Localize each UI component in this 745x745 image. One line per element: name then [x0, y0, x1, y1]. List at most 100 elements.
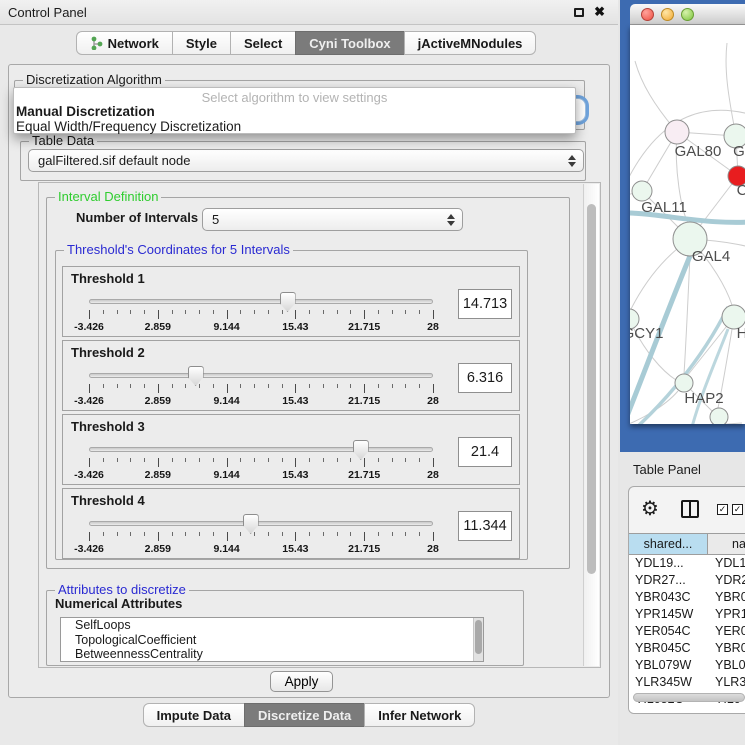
slider-thumb[interactable] — [353, 440, 369, 460]
slider-track[interactable] — [89, 299, 433, 304]
tick-mark — [213, 310, 214, 314]
tab-label: Infer Network — [378, 708, 461, 723]
network-node-label: GCY1 — [630, 325, 663, 342]
close-traffic-light-icon[interactable] — [641, 8, 654, 21]
table-header-row: shared... na — [629, 533, 745, 555]
tick-label: 2.859 — [145, 543, 171, 555]
slider-thumb[interactable] — [280, 292, 296, 312]
gear-icon[interactable]: ⚙ — [641, 496, 659, 521]
table-row[interactable]: YDL19...YDL1 — [629, 555, 745, 572]
tab-discretize-data[interactable]: Discretize Data — [244, 703, 365, 727]
threshold-slider[interactable]: -3.4262.8599.14415.4321.71528 — [89, 513, 433, 557]
attributes-to-discretize-group: Attributes to discretize Numerical Attri… — [46, 590, 524, 666]
settings-scrollbar[interactable] — [583, 184, 599, 666]
minimize-traffic-light-icon[interactable] — [661, 8, 674, 21]
table-row[interactable]: YBL079WYBL0 — [629, 657, 745, 674]
slider-track[interactable] — [89, 373, 433, 378]
dropdown-option-manual[interactable]: Manual Discretization — [16, 104, 155, 119]
threshold-slider[interactable]: -3.4262.8599.14415.4321.71528 — [89, 365, 433, 409]
cyni-toolbox-pane: Discretization Algorithm Select algorith… — [8, 64, 610, 698]
threshold-slider[interactable]: -3.4262.8599.14415.4321.71528 — [89, 439, 433, 483]
threshold-label: Threshold 2 — [71, 345, 145, 360]
slider-track[interactable] — [89, 447, 433, 452]
attribute-item[interactable]: TopologicalCoefficient — [61, 633, 483, 648]
attribute-item[interactable]: BetweennessCentrality — [61, 647, 483, 662]
tick-mark — [392, 458, 393, 462]
network-node-label: GA — [733, 143, 745, 160]
tick-mark — [144, 532, 145, 536]
dropdown-option-equal-width[interactable]: Equal Width/Frequency Discretization — [16, 119, 241, 134]
group-label: Table Data — [29, 133, 97, 148]
tick-mark — [144, 310, 145, 314]
apply-button[interactable]: Apply — [270, 671, 333, 692]
table-data-combobox[interactable]: galFiltered.sif default node — [28, 149, 584, 172]
tick-mark — [103, 384, 104, 388]
network-node[interactable] — [632, 181, 652, 201]
network-node[interactable] — [665, 120, 689, 144]
table-row[interactable]: YER054CYER0 — [629, 623, 745, 640]
slider-track[interactable] — [89, 521, 433, 526]
threshold-value-field[interactable]: 11.344 — [458, 511, 512, 541]
tab-network[interactable]: Network — [76, 31, 173, 55]
network-canvas[interactable]: GAL80GACGAL11GAL4GCY1HHAP2 — [630, 25, 745, 424]
threshold-slider[interactable]: -3.4262.8599.14415.4321.71528 — [89, 291, 433, 335]
tab-infer-network[interactable]: Infer Network — [364, 703, 475, 727]
tab-jactivemnodules[interactable]: jActiveMNodules — [404, 31, 537, 55]
checkbox-icon[interactable]: ✓ — [717, 504, 728, 515]
attribute-list: SelfLoopsTopologicalCoefficientBetweenne… — [61, 618, 483, 662]
tick-label: 28 — [427, 469, 439, 481]
table-row[interactable]: YBR045CYBR0 — [629, 640, 745, 657]
network-node-label: GAL4 — [692, 248, 730, 265]
tick-mark — [130, 532, 131, 536]
tab-impute-data[interactable]: Impute Data — [143, 703, 245, 727]
table-row[interactable]: YPR145WYPR1 — [629, 606, 745, 623]
network-node[interactable] — [710, 408, 728, 424]
threshold-label: Threshold 1 — [71, 271, 145, 286]
tick-mark — [350, 458, 351, 462]
list-scrollbar[interactable] — [473, 618, 483, 661]
tick-mark — [309, 310, 310, 314]
slider-thumb[interactable] — [188, 366, 204, 386]
cell-name: YDL1 — [715, 556, 745, 570]
threshold-value-field[interactable]: 6.316 — [458, 363, 512, 393]
tab-select[interactable]: Select — [230, 31, 296, 55]
tick-mark — [199, 532, 200, 536]
tick-mark — [405, 532, 406, 536]
slider-thumb[interactable] — [243, 514, 259, 534]
zoom-traffic-light-icon[interactable] — [681, 8, 694, 21]
slider-ticks — [89, 532, 433, 542]
numerical-attributes-listbox[interactable]: SelfLoopsTopologicalCoefficientBetweenne… — [60, 617, 484, 662]
number-of-intervals-combobox[interactable]: 5 — [202, 208, 463, 231]
column-header-name[interactable]: na — [709, 534, 745, 554]
table-row[interactable]: YBR043CYBR0 — [629, 589, 745, 606]
threshold-label: Threshold 3 — [71, 419, 145, 434]
tick-label: 21.715 — [348, 321, 380, 333]
close-icon[interactable]: ✖ — [594, 4, 605, 20]
checkbox-icon[interactable]: ✓ — [732, 504, 743, 515]
tick-mark — [117, 384, 118, 388]
tick-mark — [172, 458, 173, 462]
slider-tick-labels: -3.4262.8599.14415.4321.71528 — [89, 543, 433, 555]
column-header-shared[interactable]: shared... — [629, 534, 708, 554]
tick-label: 9.144 — [213, 395, 239, 407]
tick-mark — [254, 310, 255, 314]
settings-scrollbar-thumb[interactable] — [587, 204, 596, 574]
tick-mark — [419, 384, 420, 388]
list-scrollbar-thumb[interactable] — [475, 620, 482, 654]
tab-style[interactable]: Style — [172, 31, 231, 55]
columns-icon[interactable] — [681, 500, 699, 518]
group-label: Interval Definition — [55, 189, 161, 204]
select-columns-icons: ✓ ✓ — [717, 504, 743, 515]
tick-label: 2.859 — [145, 469, 171, 481]
tab-cyni-toolbox[interactable]: Cyni Toolbox — [295, 31, 404, 55]
table-row[interactable]: YDR27...YDR2 — [629, 572, 745, 589]
network-window-titlebar[interactable] — [630, 4, 745, 25]
attribute-item[interactable]: SelfLoops — [61, 618, 483, 633]
threshold-value-field[interactable]: 21.4 — [458, 437, 512, 467]
cell-name: YPR1 — [715, 607, 745, 621]
table-horizontal-scrollbar[interactable] — [633, 693, 745, 702]
threshold-value-field[interactable]: 14.713 — [458, 289, 512, 319]
tick-mark — [405, 384, 406, 388]
float-window-icon[interactable] — [574, 8, 584, 17]
table-row[interactable]: YLR345WYLR3 — [629, 674, 745, 691]
